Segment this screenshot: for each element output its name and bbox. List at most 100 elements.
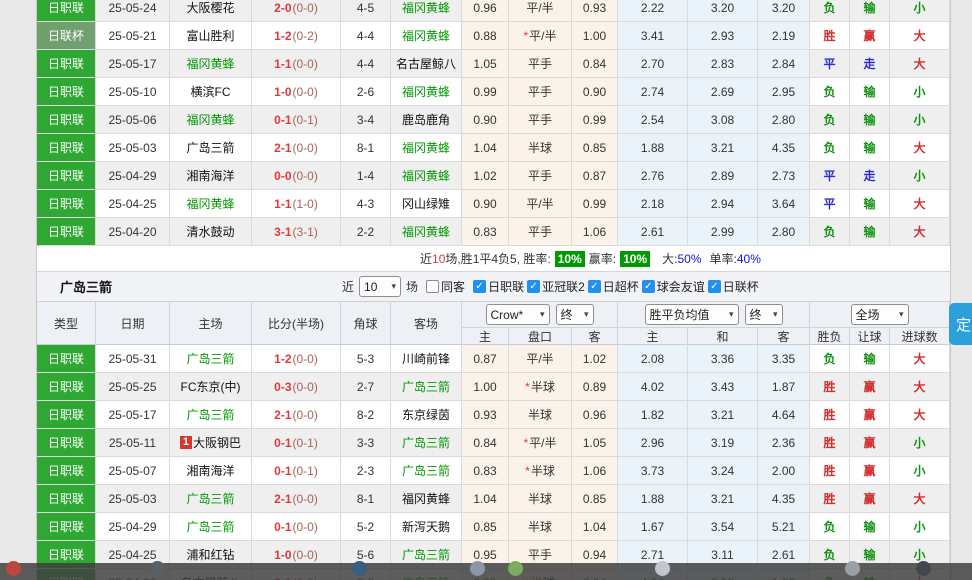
league-filter-日职联[interactable]: ✓日职联 xyxy=(473,278,524,295)
handicap-home-odds: 0.90 xyxy=(462,106,509,134)
games-count-select[interactable]: 10 ▾ xyxy=(359,276,401,297)
taskbar-icon-8[interactable] xyxy=(916,561,931,576)
away-team-cell[interactable]: 广岛三箭 xyxy=(391,373,462,401)
lose-odds: 3.64 xyxy=(758,190,810,218)
home-team-cell[interactable]: 广岛三箭 xyxy=(170,345,252,373)
away-team-cell[interactable]: 川崎前锋 xyxy=(391,345,462,373)
taskbar-icon-7[interactable] xyxy=(845,561,860,576)
filter-bar: 近 10 ▾ 场 同客 ✓日职联✓亚冠联2✓日超杯✓球会友谊✓日联杯 xyxy=(342,276,759,297)
away-team-cell[interactable]: 福冈黄蜂 xyxy=(391,22,462,50)
win-odds: 4.02 xyxy=(618,373,688,401)
league-badge: 日职联 xyxy=(37,373,96,401)
result-wdl: 负 xyxy=(810,0,850,22)
league-filter-label: 球会友谊 xyxy=(657,278,705,295)
taskbar-icon-3[interactable] xyxy=(352,561,367,576)
draw-odds: 2.83 xyxy=(688,50,758,78)
league-filter-日超杯[interactable]: ✓日超杯 xyxy=(588,278,639,295)
home-team-cell[interactable]: 1大阪钢巴 xyxy=(170,429,252,457)
team-title: 广岛三箭 xyxy=(60,277,112,296)
chevron-down-icon: ▾ xyxy=(540,309,545,320)
avg-odds-select-value: 胜平负均值 xyxy=(650,306,710,323)
away-team-cell[interactable]: 东京绿茵 xyxy=(391,401,462,429)
result-goals: 小 xyxy=(890,78,950,106)
chevron-down-icon: ▾ xyxy=(392,281,397,292)
date-cell: 25-05-03 xyxy=(96,485,170,513)
taskbar-icon-2[interactable] xyxy=(150,561,165,576)
halftime-score: (0-0) xyxy=(293,141,318,155)
near-label: 近 xyxy=(342,278,354,295)
away-team-cell[interactable]: 名古屋鲸八 xyxy=(391,50,462,78)
corner-cell: 5-3 xyxy=(341,345,391,373)
avg-odds-select[interactable]: 胜平负均值 ▾ xyxy=(645,304,739,325)
taskbar-icon-4[interactable] xyxy=(470,561,485,576)
taskbar-icon-6[interactable] xyxy=(655,561,670,576)
result-wdl: 平 xyxy=(810,50,850,78)
fulltime-score: 1-0 xyxy=(274,548,291,562)
bookmaker-select[interactable]: Crow* ▾ xyxy=(486,304,550,325)
league-filter-亚冠联2[interactable]: ✓亚冠联2 xyxy=(527,278,585,295)
league-badge: 日职联 xyxy=(37,106,96,134)
away-team-cell[interactable]: 福冈黄蜂 xyxy=(391,485,462,513)
draw-odds: 3.08 xyxy=(688,106,758,134)
halftime-score: (0-2) xyxy=(293,29,318,43)
date-cell: 25-05-17 xyxy=(96,50,170,78)
handicap-cell: 平/半 xyxy=(509,190,572,218)
result-wdl: 平 xyxy=(810,162,850,190)
home-team-cell[interactable]: 福冈黄蜂 xyxy=(170,106,252,134)
fulltime-score: 0-1 xyxy=(274,436,291,450)
away-team-cell[interactable]: 广岛三箭 xyxy=(391,457,462,485)
home-team-cell[interactable]: 广岛三箭 xyxy=(170,401,252,429)
scope-select[interactable]: 全场 ▾ xyxy=(851,304,909,325)
taskbar-icon-5[interactable] xyxy=(508,561,523,576)
fulltime-score: 1-2 xyxy=(274,352,291,366)
draw-odds: 3.19 xyxy=(688,429,758,457)
taskbar-overlay[interactable] xyxy=(0,563,972,580)
away-team-cell[interactable]: 福冈黄蜂 xyxy=(391,218,462,246)
date-cell: 25-05-03 xyxy=(96,134,170,162)
table-row: 日职联25-05-17福冈黄蜂1-1(0-0)4-4名古屋鲸八1.05平手0.8… xyxy=(37,50,950,78)
result-handicap: 走 xyxy=(850,162,890,190)
home-team-cell[interactable]: 广岛三箭 xyxy=(170,485,252,513)
away-team-cell[interactable]: 福冈黄蜂 xyxy=(391,162,462,190)
away-team-cell[interactable]: 福冈黄蜂 xyxy=(391,0,462,22)
corner-cell: 4-4 xyxy=(341,22,391,50)
live-odds-star-icon: * xyxy=(523,436,528,450)
away-team-cell[interactable]: 冈山绿雉 xyxy=(391,190,462,218)
fulltime-score: 1-1 xyxy=(274,57,291,71)
lose-odds: 3.20 xyxy=(758,0,810,22)
odds-stage-select-1[interactable]: 终 ▾ xyxy=(556,304,594,325)
sub-header-handicap: 盘口 xyxy=(509,328,572,345)
home-team-cell[interactable]: 清水鼓动 xyxy=(170,218,252,246)
draw-odds: 3.20 xyxy=(688,0,758,22)
league-filter-日联杯[interactable]: ✓日联杯 xyxy=(708,278,759,295)
away-team-cell[interactable]: 广岛三箭 xyxy=(391,429,462,457)
home-team-cell[interactable]: 福冈黄蜂 xyxy=(170,50,252,78)
away-team-cell[interactable]: 鹿岛鹿角 xyxy=(391,106,462,134)
same-away-checkbox[interactable]: 同客 xyxy=(426,278,465,295)
home-team-cell[interactable]: 福冈黄蜂 xyxy=(170,190,252,218)
side-float-button[interactable]: 定 xyxy=(949,303,972,345)
handicap-away-odds: 1.06 xyxy=(572,218,618,246)
check-icon: ✓ xyxy=(529,282,537,292)
handicap-cell: 平手 xyxy=(509,106,572,134)
odds-stage-select-2[interactable]: 终 ▾ xyxy=(745,304,783,325)
league-badge: 日职联 xyxy=(37,162,96,190)
home-team-cell[interactable]: 富山胜利 xyxy=(170,22,252,50)
fulltime-score: 3-1 xyxy=(274,225,291,239)
home-team-cell[interactable]: 广岛三箭 xyxy=(170,134,252,162)
home-team-cell[interactable]: 湘南海洋 xyxy=(170,162,252,190)
home-team-cell[interactable]: 横滨FC xyxy=(170,78,252,106)
home-team-cell[interactable]: 湘南海洋 xyxy=(170,457,252,485)
home-team-cell[interactable]: FC东京(中) xyxy=(170,373,252,401)
away-team-cell[interactable]: 福冈黄蜂 xyxy=(391,78,462,106)
away-team-cell[interactable]: 新泻天鹅 xyxy=(391,513,462,541)
bottom-table-header: 类型 日期 主场 比分(半场) 角球 客场 Crow* ▾ 终 ▾ 胜平负均值 … xyxy=(37,302,950,345)
home-team-cell[interactable]: 广岛三箭 xyxy=(170,513,252,541)
away-team-cell[interactable]: 福冈黄蜂 xyxy=(391,134,462,162)
league-filter-球会友谊[interactable]: ✓球会友谊 xyxy=(642,278,705,295)
result-wdl: 胜 xyxy=(810,401,850,429)
home-team-cell[interactable]: 大阪樱花 xyxy=(170,0,252,22)
league-badge: 日职联 xyxy=(37,485,96,513)
taskbar-icon-1[interactable] xyxy=(6,561,21,576)
league-badge: 日职联 xyxy=(37,0,96,22)
